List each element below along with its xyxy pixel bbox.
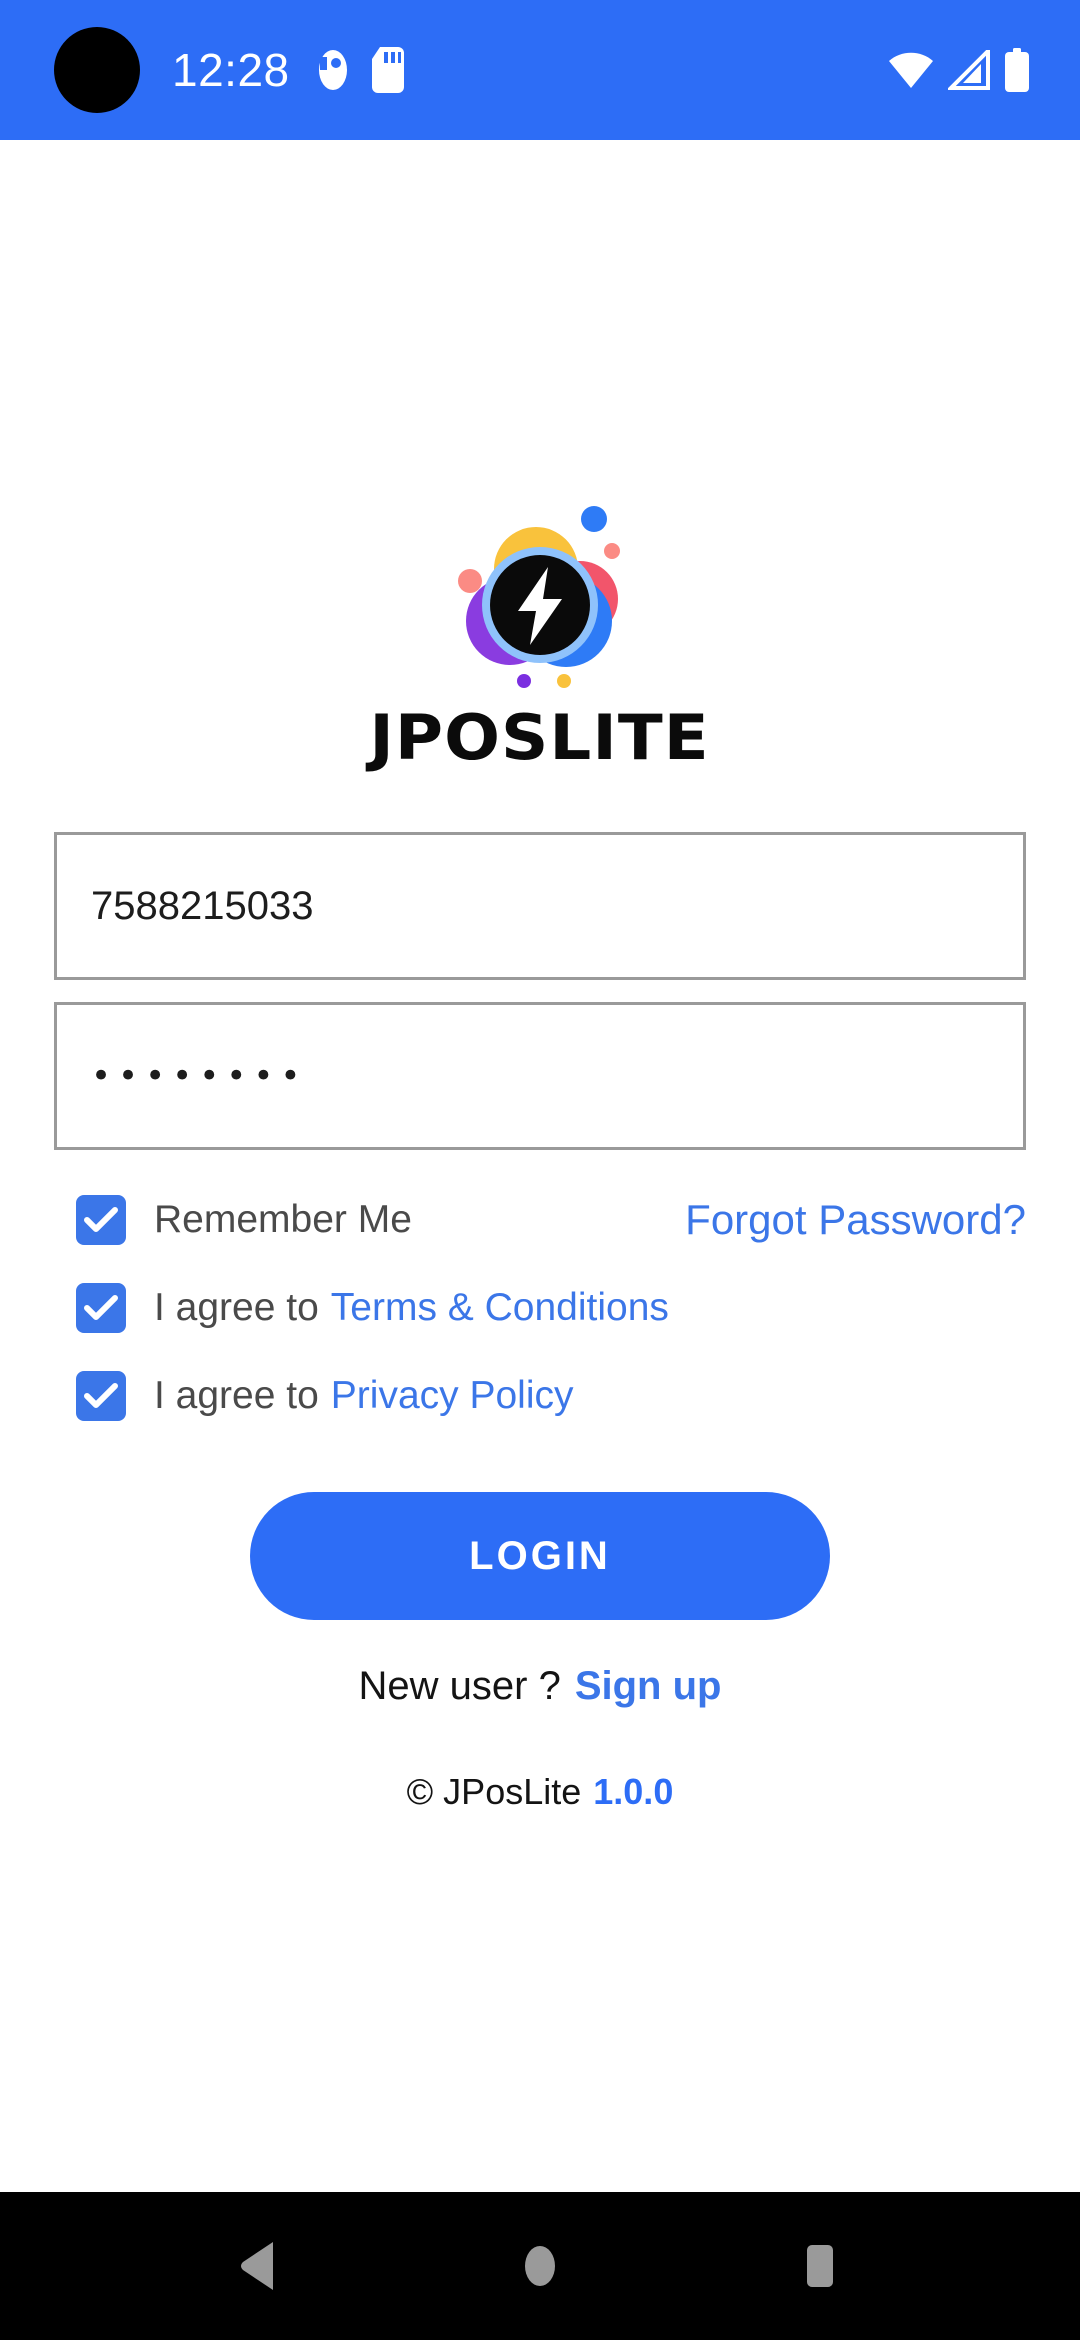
remember-me-label: Remember Me (154, 1198, 412, 1241)
status-bar: 12:28 (0, 0, 1080, 140)
terms-control[interactable]: I agree to Terms & Conditions (54, 1283, 669, 1333)
terms-and-conditions-link[interactable]: Terms & Conditions (331, 1286, 669, 1330)
do-not-disturb-icon (316, 47, 350, 93)
privacy-row: I agree to Privacy Policy (54, 1352, 1026, 1440)
login-button[interactable]: LOGIN (250, 1492, 830, 1620)
login-screen: 12:28 JPOSLITE 7588215033 •••••••• Remem… (0, 0, 1080, 2340)
privacy-control[interactable]: I agree to Privacy Policy (54, 1371, 574, 1421)
copyright-row: © JPosLite 1.0.0 (407, 1771, 674, 1813)
status-bar-clock: 12:28 (172, 44, 290, 96)
battery-icon (1004, 48, 1030, 92)
app-name: JPOSLITE (369, 701, 711, 774)
remember-me-row: Remember Me Forgot Password? (54, 1176, 1026, 1264)
signup-prompt: New user ? (358, 1664, 561, 1708)
copyright-text: © JPosLite (406, 1771, 582, 1812)
remember-me-control[interactable]: Remember Me (54, 1195, 412, 1245)
privacy-policy-link[interactable]: Privacy Policy (331, 1374, 574, 1418)
username-value: 7588215033 (91, 883, 314, 928)
privacy-prefix-label: I agree to (154, 1374, 319, 1417)
remember-me-checkbox[interactable] (76, 1195, 126, 1245)
app-version: 1.0.0 (593, 1771, 674, 1812)
signup-link[interactable]: Sign up (575, 1664, 722, 1709)
app-logo-icon (440, 495, 640, 695)
login-content: JPOSLITE 7588215033 •••••••• Remember Me… (0, 140, 1080, 2192)
options-block: Remember Me Forgot Password? I agree to … (54, 1176, 1026, 1440)
privacy-checkbox[interactable] (76, 1371, 126, 1421)
terms-row: I agree to Terms & Conditions (54, 1264, 1026, 1352)
terms-checkbox[interactable] (76, 1283, 126, 1333)
cellular-signal-icon (948, 50, 990, 90)
signup-row: New user ? Sign up (359, 1664, 722, 1709)
login-form: 7588215033 •••••••• (54, 832, 1026, 1150)
password-value: •••••••• (91, 1056, 308, 1096)
android-navigation-bar (0, 2192, 1080, 2340)
wifi-icon (888, 50, 934, 90)
brand-block: JPOSLITE (370, 495, 709, 774)
back-nav-button[interactable] (200, 2206, 320, 2326)
username-input[interactable]: 7588215033 (54, 832, 1026, 980)
home-nav-button[interactable] (480, 2206, 600, 2326)
recents-nav-button[interactable] (760, 2206, 880, 2326)
password-input[interactable]: •••••••• (54, 1002, 1026, 1150)
sd-card-icon (371, 47, 404, 93)
status-bar-notification-icons (316, 47, 404, 93)
terms-prefix-label: I agree to (154, 1286, 319, 1329)
status-bar-system-icons (888, 48, 1030, 92)
forgot-password-link[interactable]: Forgot Password? (685, 1196, 1026, 1244)
camera-punch-hole-icon (54, 27, 140, 113)
